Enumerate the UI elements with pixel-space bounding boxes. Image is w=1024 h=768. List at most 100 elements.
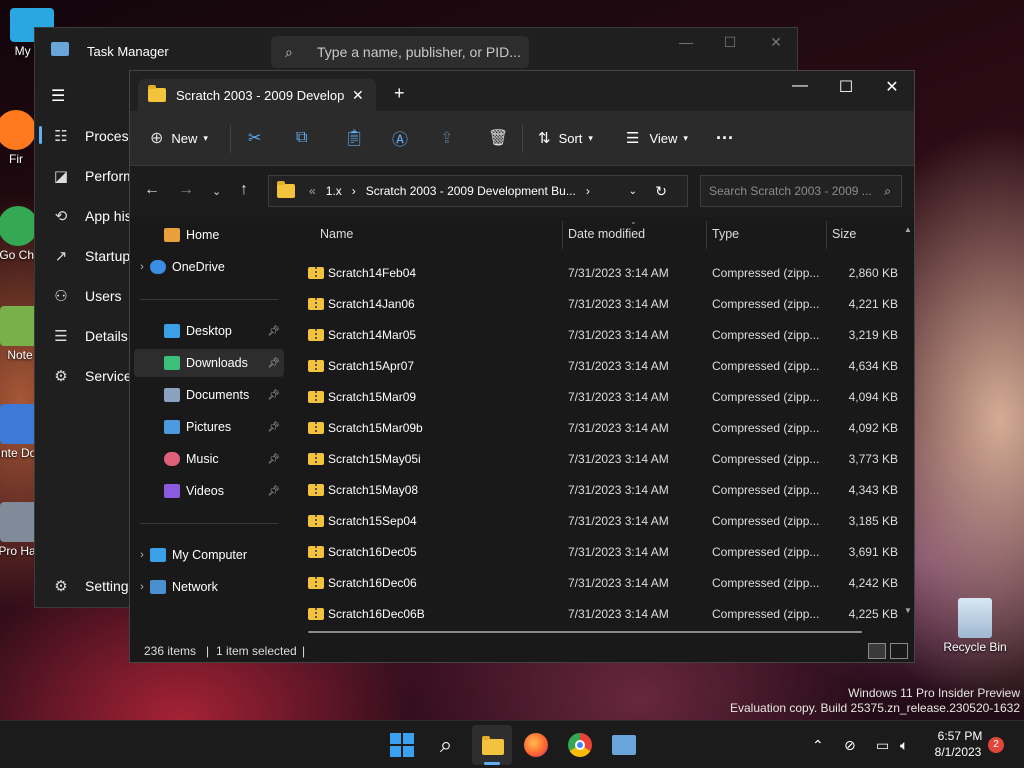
search-button[interactable]: ⌕ (432, 731, 460, 759)
delete-button[interactable]: 🗑︎ (488, 127, 508, 149)
maximize-button[interactable]: ☐ (715, 34, 745, 51)
recent-locations-button[interactable]: ⌄ (212, 185, 221, 198)
sidebar-item-network[interactable]: › Network (134, 573, 284, 601)
details-view-button[interactable] (868, 643, 886, 659)
pin-icon[interactable]: 📌︎ (267, 486, 280, 497)
task-manager-taskbar-button[interactable] (610, 731, 638, 759)
search-placeholder: Search Scratch 2003 - 2009 ... (709, 184, 872, 198)
sidebar-item-music[interactable]: Music 📌︎ (134, 445, 284, 473)
copy-button[interactable]: ⧉ (296, 127, 307, 149)
share-button[interactable]: ⇪ (440, 127, 453, 149)
clock-time[interactable]: 6:57 PM (936, 729, 984, 743)
scroll-down-icon[interactable]: ▼ (904, 606, 912, 615)
close-tab-icon[interactable]: ✕ (352, 87, 364, 104)
chrome-taskbar-button[interactable] (566, 731, 594, 759)
file-row[interactable]: Scratch15May08 7/31/2023 3:14 AM Compresse… (304, 474, 904, 505)
firefox-taskbar-button[interactable] (522, 731, 550, 759)
file-name: Scratch16Dec06 (328, 575, 417, 590)
search-input[interactable]: Search Scratch 2003 - 2009 ... ⌕ (700, 175, 902, 207)
close-button[interactable]: ✕ (870, 77, 914, 97)
column-header-date[interactable]: Date modified (568, 227, 645, 241)
volume-icon[interactable]: 🔈︎ (900, 737, 908, 754)
clock-date[interactable]: 8/1/2023 (932, 745, 984, 759)
nav-selected-indicator (39, 126, 42, 144)
chevron-right-icon[interactable]: › (134, 261, 150, 273)
new-tab-button[interactable]: + (394, 83, 405, 104)
minimize-button[interactable]: — (778, 77, 822, 95)
tab-current-folder[interactable]: Scratch 2003 - 2009 Developm ✕ (138, 79, 376, 111)
desktop-icon-recycle-bin[interactable]: Recycle Bin (943, 598, 1007, 654)
sort-button[interactable]: ⇅ Sort ▾ (538, 127, 593, 149)
sidebar-item-my-computer[interactable]: › My Computer (134, 541, 284, 569)
column-header-size[interactable]: Size (832, 227, 856, 241)
pin-icon[interactable]: 📌︎ (267, 358, 280, 369)
vertical-scrollbar[interactable]: ▲ ▼ (904, 225, 912, 615)
file-row[interactable]: Scratch15Mar09 7/31/2023 3:14 AM Compresse… (304, 381, 904, 412)
chevron-right-icon[interactable]: › (134, 549, 150, 561)
sidebar-item-pictures[interactable]: Pictures 📌︎ (134, 413, 284, 441)
file-row[interactable]: Scratch16Dec06B 7/31/2023 3:14 AM Compress… (304, 598, 904, 629)
file-row[interactable]: Scratch14Jan06 7/31/2023 3:14 AM Compresse… (304, 288, 904, 319)
file-row[interactable]: Scratch14Mar05 7/31/2023 3:14 AM Compresse… (304, 319, 904, 350)
minimize-button[interactable]: — (671, 34, 701, 50)
back-button[interactable]: ← (144, 181, 160, 199)
pin-icon[interactable]: 📌︎ (267, 454, 280, 465)
file-explorer-taskbar-button[interactable] (472, 725, 512, 765)
pin-icon[interactable]: 📌︎ (267, 326, 280, 337)
horizontal-scrollbar[interactable] (308, 631, 862, 633)
column-header-type[interactable]: Type (712, 227, 739, 241)
sidebar-item-videos[interactable]: Videos 📌︎ (134, 477, 284, 505)
overflow-crumbs-icon[interactable]: « (309, 184, 316, 198)
refresh-icon[interactable]: ↻ (655, 183, 667, 200)
services-icon: ⚙ (54, 368, 68, 385)
pin-icon[interactable]: 📌︎ (267, 422, 280, 433)
column-header-name[interactable]: Name (320, 227, 353, 241)
pin-icon[interactable]: 📌︎ (267, 390, 280, 401)
zip-folder-icon (308, 421, 324, 434)
show-hidden-icons-button[interactable]: ⌃ (812, 737, 824, 754)
file-row[interactable]: Scratch15May05i 7/31/2023 3:14 AM Compress… (304, 443, 904, 474)
sidebar-item-documents[interactable]: Documents 📌︎ (134, 381, 284, 409)
breadcrumb-current[interactable]: Scratch 2003 - 2009 Development Bu... (366, 184, 576, 198)
maximize-button[interactable]: ☐ (824, 77, 868, 97)
file-name: Scratch15May05i (328, 451, 421, 466)
network-status-icon[interactable]: ⊘ (844, 737, 856, 754)
file-row[interactable]: Scratch15Mar09b 7/31/2023 3:14 AM Compress… (304, 412, 904, 443)
up-button[interactable]: ↑ (240, 181, 248, 199)
paste-button[interactable]: 📋︎ (344, 127, 364, 149)
sidebar-item-downloads[interactable]: Downloads 📌︎ (134, 349, 284, 377)
sidebar-item-home[interactable]: Home (134, 221, 284, 249)
large-icons-view-button[interactable] (890, 643, 908, 659)
tm-nav-label: Perform (85, 168, 135, 184)
column-separator[interactable] (706, 221, 707, 249)
display-icon[interactable]: ▭ (876, 737, 889, 754)
start-button[interactable] (388, 731, 416, 759)
cut-button[interactable]: ✂ (248, 127, 261, 149)
file-row[interactable]: Scratch15Apr07 7/31/2023 3:14 AM Compresse… (304, 350, 904, 381)
forward-button[interactable]: → (178, 181, 194, 199)
scroll-up-icon[interactable]: ▲ (904, 225, 912, 234)
more-options-button[interactable]: ··· (716, 127, 734, 149)
file-row[interactable]: Scratch16Dec06 7/31/2023 3:14 AM Compresse… (304, 567, 904, 598)
address-dropdown-icon[interactable]: ⌄ (629, 186, 637, 197)
view-button[interactable]: ☰ View ▾ (626, 127, 688, 149)
column-separator[interactable] (562, 221, 563, 249)
file-row[interactable]: Scratch15Sep04 7/31/2023 3:14 AM Compresse… (304, 505, 904, 536)
notification-badge[interactable]: 2 (988, 737, 1004, 753)
sidebar-divider (140, 523, 278, 524)
hamburger-menu-icon[interactable]: ☰ (51, 86, 65, 106)
sidebar-item-onedrive[interactable]: › OneDrive (134, 253, 284, 281)
ellipsis-icon: ··· (716, 127, 734, 148)
close-button[interactable]: ✕ (761, 34, 791, 51)
column-separator[interactable] (826, 221, 827, 249)
sidebar-item-desktop[interactable]: Desktop 📌︎ (134, 317, 284, 345)
breadcrumb-root[interactable]: 1.x (326, 184, 342, 198)
file-row[interactable]: Scratch16Dec05 7/31/2023 3:14 AM Compresse… (304, 536, 904, 567)
new-button[interactable]: ⊕ New ▾ (150, 127, 208, 149)
address-bar[interactable]: « 1.x › Scratch 2003 - 2009 Development … (268, 175, 688, 207)
task-manager-search-input[interactable]: ⌕ Type a name, publisher, or PID... (271, 36, 529, 68)
chevron-right-icon[interactable]: › (134, 581, 150, 593)
file-explorer-window[interactable]: Scratch 2003 - 2009 Developm ✕ + — ☐ ✕ ⊕… (129, 70, 915, 663)
rename-button[interactable]: Ⓐ (392, 127, 408, 149)
file-row[interactable]: Scratch14Feb04 7/31/2023 3:14 AM Compresse… (304, 257, 904, 288)
